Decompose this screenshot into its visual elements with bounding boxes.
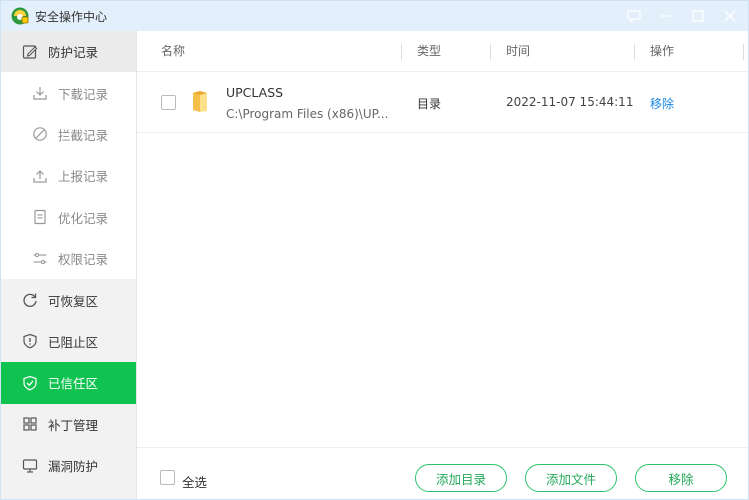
item-name: UPCLASS	[226, 85, 284, 100]
sidebar-item-label: 已阻止区	[48, 334, 99, 350]
sliders-icon	[31, 250, 49, 268]
sidebar-item-recoverable[interactable]: 可恢复区	[1, 279, 136, 320]
sidebar: 防护记录 下载记录 拦截记录 上报记录 优化记录 权限记录 可恢复区 已阻止区 …	[1, 31, 137, 499]
add-file-button[interactable]: 添加文件	[525, 464, 617, 492]
column-header-action: 操作	[650, 44, 675, 58]
main-content: 名称 类型 时间 操作 UPCLASS C:\Program Files (x8…	[137, 31, 748, 499]
sidebar-item-label: 已信任区	[48, 376, 99, 392]
feedback-icon[interactable]	[626, 8, 642, 24]
shield-alert-icon	[21, 332, 39, 350]
table-header: 名称 类型 时间 操作	[137, 31, 748, 72]
app-logo-icon	[11, 7, 29, 25]
column-divider[interactable]	[490, 44, 491, 60]
sidebar-item-vulnerability-protection[interactable]: 漏洞防护	[1, 445, 136, 486]
window-title: 安全操作中心	[35, 9, 108, 24]
app-window: 安全操作中心 防护记录 下载记录 拦截记录 上报记录 优化记录 权限记录 可恢复…	[0, 0, 749, 500]
sidebar-item-label: 权限记录	[58, 252, 109, 268]
column-header-type[interactable]: 类型	[417, 31, 441, 72]
column-divider[interactable]	[401, 44, 402, 60]
restore-icon	[21, 291, 39, 309]
download-icon	[31, 84, 49, 102]
sidebar-item-label: 漏洞防护	[48, 459, 99, 475]
row-checkbox[interactable]	[161, 95, 176, 110]
folder-icon	[191, 90, 209, 114]
column-header-name[interactable]: 名称	[161, 31, 185, 72]
sidebar-item-label: 防护记录	[48, 45, 99, 61]
table-row[interactable]: UPCLASS C:\Program Files (x86)\UP... 目录 …	[137, 72, 748, 133]
column-divider[interactable]	[634, 44, 635, 60]
sidebar-item-permission-records[interactable]: 权限记录	[1, 237, 136, 280]
remove-button[interactable]: 移除	[635, 464, 727, 492]
upload-icon	[31, 167, 49, 185]
sidebar-item-label: 可恢复区	[48, 293, 99, 309]
shield-check-icon	[21, 374, 39, 392]
sidebar-item-patch-management[interactable]: 补丁管理	[1, 404, 136, 445]
maximize-icon[interactable]	[690, 8, 706, 24]
sidebar-item-optimize-records[interactable]: 优化记录	[1, 196, 136, 238]
close-icon[interactable]	[722, 8, 738, 24]
sidebar-item-block-records[interactable]: 拦截记录	[1, 113, 136, 156]
column-divider[interactable]	[743, 44, 744, 60]
title-bar: 安全操作中心	[1, 1, 748, 31]
sidebar-item-download-records[interactable]: 下载记录	[1, 72, 136, 114]
document-icon	[31, 208, 49, 226]
sidebar-item-trusted[interactable]: 已信任区	[1, 362, 136, 404]
item-path: C:\Program Files (x86)\UP...	[226, 107, 389, 121]
window-controls	[626, 1, 738, 31]
sidebar-item-blocked[interactable]: 已阻止区	[1, 321, 136, 362]
sidebar-item-label: 上报记录	[58, 169, 109, 185]
select-all-checkbox[interactable]	[160, 470, 175, 485]
sidebar-item-label: 下载记录	[58, 86, 109, 102]
minimize-icon[interactable]	[658, 8, 674, 24]
column-header-time[interactable]: 时间	[506, 31, 530, 72]
add-directory-button[interactable]: 添加目录	[415, 464, 507, 492]
grid-icon	[21, 415, 39, 433]
block-icon	[31, 125, 49, 143]
sidebar-item-label: 优化记录	[58, 210, 109, 226]
item-type: 目录	[417, 97, 442, 111]
sidebar-item-label: 补丁管理	[48, 417, 99, 433]
item-time: 2022-11-07 15:44:11	[506, 95, 634, 109]
select-all-label[interactable]: 全选	[182, 472, 207, 491]
footer-bar: 全选 添加目录 添加文件 移除	[137, 447, 748, 499]
edit-record-icon	[21, 43, 39, 61]
sidebar-item-report-records[interactable]: 上报记录	[1, 155, 136, 197]
remove-link[interactable]: 移除	[650, 95, 674, 112]
monitor-icon	[21, 457, 39, 475]
sidebar-item-protection-records[interactable]: 防护记录	[1, 31, 136, 73]
sidebar-item-label: 拦截记录	[58, 127, 109, 143]
